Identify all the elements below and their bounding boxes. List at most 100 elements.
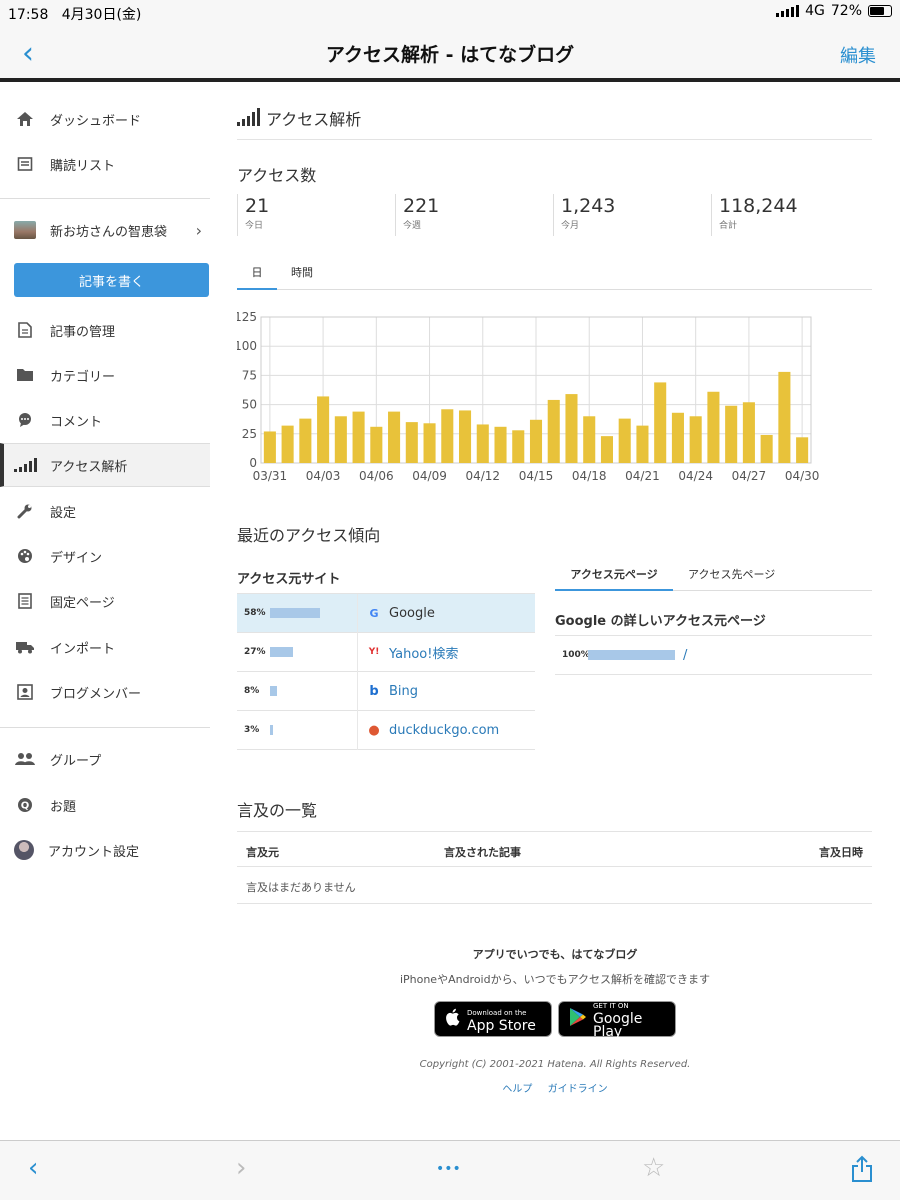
bing-icon: b: [369, 683, 379, 699]
group-icon: [14, 752, 36, 766]
sidebar-item-pages[interactable]: 固定ページ: [0, 579, 210, 623]
referrer-percent: 8%: [244, 686, 260, 696]
sidebar-item-label: カテゴリー: [50, 369, 116, 385]
edit-button[interactable]: 編集: [840, 42, 876, 68]
access-stats: 21 今日 221 今週 1,243 今月 118,244 合計: [237, 194, 872, 236]
google-play-badge[interactable]: GET IT ON Google Play: [558, 1001, 676, 1039]
chart-bar: [370, 426, 383, 463]
sidebar-item-comments[interactable]: コメント: [0, 398, 210, 442]
chart-bar: [725, 405, 738, 463]
sidebar-item-label: グループ: [50, 753, 102, 769]
referrer-site[interactable]: Y! Yahoo!検索: [367, 643, 459, 662]
sidebar-item-label: コメント: [50, 414, 103, 430]
write-article-button[interactable]: 記事を書く: [14, 263, 209, 297]
sidebar-item-settings[interactable]: 設定: [0, 489, 210, 533]
sidebar-item-import[interactable]: インポート: [0, 625, 210, 669]
x-tick-label: 04/15: [519, 469, 554, 483]
stat-value: 1,243: [561, 195, 616, 217]
chevron-right-icon: ›: [195, 220, 202, 240]
sidebar-item-label: 固定ページ: [50, 595, 115, 611]
sidebar-item-topics[interactable]: Q お題: [0, 783, 210, 827]
sidebar-item-groups[interactable]: グループ: [0, 737, 210, 781]
chart-bar: [405, 422, 418, 463]
referrer-site[interactable]: b Bing: [367, 684, 418, 699]
apple-icon: [445, 1008, 461, 1030]
chart-tabs: 日 時間: [237, 256, 872, 290]
referrer-bar: [270, 725, 273, 735]
browser-back-button[interactable]: ‹: [28, 1153, 38, 1183]
chart-bar: [476, 424, 489, 463]
referrer-detail-link[interactable]: /: [683, 648, 687, 663]
document-icon: [14, 322, 36, 338]
sidebar-item-account[interactable]: アカウント設定: [0, 828, 210, 872]
x-tick-label: 04/27: [732, 469, 767, 483]
signal-bars-icon: [13, 458, 37, 472]
sidebar-item-dashboard[interactable]: ダッシュボード: [0, 97, 210, 141]
sidebar-item-label: ブログメンバー: [50, 686, 142, 702]
referrer-percent: 3%: [244, 725, 260, 735]
navigation-bar: ‹ アクセス解析 - はてなブログ 編集: [0, 24, 900, 82]
member-icon: [14, 684, 36, 700]
inbox-icon: [14, 156, 36, 172]
sidebar-item-label: アカウント設定: [48, 844, 140, 860]
referrer-row-bing[interactable]: 8% b Bing: [237, 672, 535, 711]
battery-icon: [868, 5, 892, 17]
x-tick-label: 04/24: [678, 469, 713, 483]
referrer-site[interactable]: G Google: [367, 606, 434, 621]
status-bar: 17:58 4月30日(金) 4G 72%: [0, 0, 900, 24]
referrer-row-yahoo[interactable]: 27% Y! Yahoo!検索: [237, 633, 535, 672]
referrer-detail-title: Google の詳しいアクセス元ページ: [555, 591, 872, 636]
page-title: アクセス解析 - はてなブログ: [325, 44, 575, 66]
sidebar-item-members[interactable]: ブログメンバー: [0, 670, 210, 714]
page-icon: [14, 593, 36, 609]
chart-bar: [334, 416, 347, 463]
truck-icon: [14, 640, 36, 654]
y-tick-label: 0: [249, 456, 257, 470]
tab-hourly[interactable]: 時間: [282, 264, 322, 290]
chart-bar: [671, 412, 684, 463]
help-link[interactable]: ヘルプ: [502, 1084, 532, 1095]
chart-bar: [583, 416, 596, 463]
referrer-sites-title: アクセス元サイト: [237, 566, 535, 594]
app-store-badge[interactable]: Download on the App Store: [434, 1001, 552, 1037]
sidebar-blog-selector[interactable]: 新お坊さんの智恵袋 ›: [0, 208, 210, 252]
y-tick-label: 100: [237, 339, 257, 353]
battery-percent: 72%: [830, 3, 862, 19]
referrer-site[interactable]: ● duckduckgo.com: [367, 723, 499, 738]
referrer-pages-panel: アクセス元ページ アクセス先ページ Google の詳しいアクセス元ページ 10…: [555, 558, 872, 675]
referrer-row-google[interactable]: 58% G Google: [237, 594, 535, 633]
y-tick-label: 75: [242, 368, 257, 382]
chart-bar: [636, 425, 649, 463]
x-tick-label: 04/21: [625, 469, 660, 483]
tab-destination-pages[interactable]: アクセス先ページ: [688, 566, 775, 591]
guideline-link[interactable]: ガイドライン: [548, 1084, 608, 1095]
tab-daily[interactable]: 日: [237, 264, 277, 290]
sidebar-item-analytics[interactable]: アクセス解析: [0, 443, 210, 487]
referrer-detail-row[interactable]: 100% /: [555, 636, 872, 675]
stat-label: 今月: [561, 221, 580, 231]
chart-bar: [689, 416, 702, 463]
y-tick-label: 25: [242, 427, 257, 441]
sidebar-item-categories[interactable]: カテゴリー: [0, 353, 210, 397]
avatar-icon: [14, 840, 34, 860]
sidebar-item-subscriptions[interactable]: 購読リスト: [0, 142, 210, 186]
referrer-bar: [270, 686, 277, 696]
app-badges: Download on the App Store GET IT ON Google…: [210, 1001, 900, 1039]
chart-bar: [388, 411, 401, 463]
share-icon[interactable]: [850, 1155, 874, 1190]
stat-month: 1,243 今月: [553, 194, 711, 236]
browser-forward-button[interactable]: ›: [236, 1153, 246, 1183]
sidebar-divider: [0, 198, 210, 199]
referrer-row-duckduckgo[interactable]: 3% ● duckduckgo.com: [237, 711, 535, 750]
sidebar-item-articles[interactable]: 記事の管理: [0, 308, 210, 352]
chart-bar: [654, 382, 667, 463]
network-label: 4G: [805, 3, 825, 19]
more-button[interactable]: •••: [436, 1161, 461, 1177]
sidebar-item-design[interactable]: デザイン: [0, 534, 210, 578]
y-tick-label: 50: [242, 398, 257, 412]
star-icon[interactable]: ☆: [642, 1153, 665, 1183]
chart-bar: [760, 434, 773, 463]
referrer-percent: 58%: [244, 608, 266, 618]
tab-referrer-pages[interactable]: アクセス元ページ: [555, 566, 673, 591]
footer: アプリでいつでも、はてなブログ iPhoneやAndroidから、いつでもアクセ…: [210, 946, 900, 1095]
